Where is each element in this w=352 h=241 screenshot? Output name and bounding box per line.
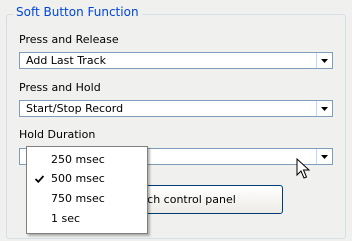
group-title: Soft Button Function xyxy=(13,4,142,20)
mouse-pointer-icon xyxy=(296,158,310,179)
press-release-value: Add Last Track xyxy=(26,54,106,67)
chevron-down-icon[interactable] xyxy=(316,53,332,68)
press-hold-select[interactable]: Start/Stop Record xyxy=(19,100,333,117)
option-1-sec[interactable]: 1 sec xyxy=(27,210,147,229)
option-750-msec[interactable]: 750 msec xyxy=(27,190,147,209)
check-icon xyxy=(35,175,44,183)
option-500-msec[interactable]: 500 msec xyxy=(27,170,147,189)
hold-duration-dropdown: 250 msec 500 msec 750 msec 1 sec xyxy=(26,146,148,234)
press-release-select[interactable]: Add Last Track xyxy=(19,52,333,69)
chevron-down-icon[interactable] xyxy=(316,149,332,164)
hold-duration-label: Hold Duration xyxy=(19,128,96,141)
press-release-label: Press and Release xyxy=(19,33,119,46)
press-hold-label: Press and Hold xyxy=(19,81,101,94)
press-hold-value: Start/Stop Record xyxy=(26,102,124,115)
chevron-down-icon[interactable] xyxy=(316,101,332,116)
option-250-msec[interactable]: 250 msec xyxy=(27,151,147,170)
